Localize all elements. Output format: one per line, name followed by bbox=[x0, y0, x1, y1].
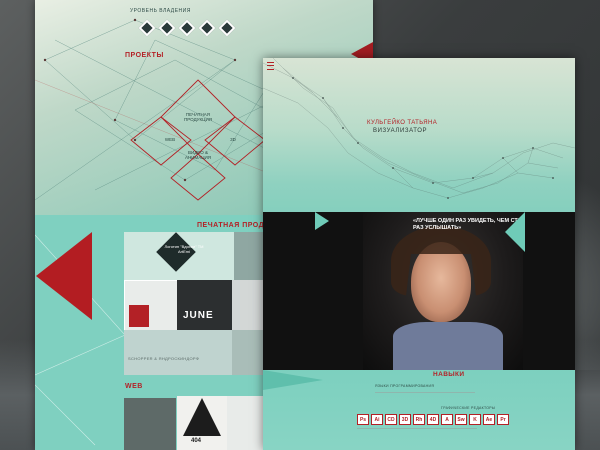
level-diamond-3 bbox=[178, 19, 196, 37]
web-section-title: WEB bbox=[125, 383, 143, 390]
badge-rh: Rh bbox=[413, 414, 425, 425]
thumbnail-june-project[interactable]: JUNE bbox=[177, 280, 232, 330]
skills-title: НАВЫКИ bbox=[433, 371, 465, 378]
graphic-editors-label: ГРАФИЧЕСКИЕ РЕДАКТОРЫ bbox=[441, 406, 496, 410]
level-diamond-4 bbox=[198, 19, 216, 37]
programming-label: ЯЗЫКИ ПРОГРАММИРОВАНИЯ bbox=[375, 384, 435, 388]
portrait-photo bbox=[363, 212, 523, 370]
badge-pr: Pr bbox=[497, 414, 509, 425]
network-wave-graphic bbox=[263, 58, 575, 199]
level-diamond-5 bbox=[218, 19, 236, 37]
band-right-notch bbox=[505, 212, 525, 252]
thumbnail-logo-project[interactable]: Логотип "Вдохни" ТМ ArtEmi bbox=[124, 232, 234, 280]
portrait-shirt bbox=[393, 322, 503, 370]
thumbnail-hexagon-project[interactable] bbox=[232, 280, 264, 330]
badge-a: A bbox=[441, 414, 453, 425]
red-arrow-accent-left bbox=[36, 232, 92, 320]
person-name: КУЛЬГЕЙКО ТАТЬЯНА bbox=[367, 120, 438, 126]
badge-cd: CD bbox=[385, 414, 397, 425]
level-label: УРОВЕНЬ ВЛАДЕНИЯ bbox=[130, 8, 191, 14]
badge-sw: Sw bbox=[455, 414, 467, 425]
thumbnail-grey-project-2[interactable] bbox=[232, 330, 264, 375]
diagram-print-label[interactable]: ПЕЧАТНАЯ ПРОДУКЦИЯ bbox=[181, 112, 215, 122]
thumbnail-logo-caption: Логотип "Вдохни" ТМ ArtEmi bbox=[164, 244, 204, 254]
skills-left-arrow bbox=[263, 370, 323, 390]
badges-underline bbox=[357, 428, 477, 429]
level-indicator bbox=[138, 19, 236, 37]
error-404-text: 404 bbox=[191, 438, 202, 444]
diagram-web-label[interactable]: WEB bbox=[160, 137, 180, 142]
thumbnail-web-project-1[interactable] bbox=[124, 398, 176, 450]
thumbnail-web-project-3[interactable] bbox=[227, 396, 264, 450]
badge-4d: 4D bbox=[427, 414, 439, 425]
person-role: ВИЗУАЛИЗАТОР bbox=[373, 128, 428, 134]
badge-k: K bbox=[469, 414, 481, 425]
june-text: JUNE bbox=[183, 310, 214, 321]
software-badges: Ps Ai CD 3D Rh 4D A Sw K Ae Pr bbox=[357, 414, 509, 425]
thumbnail-business-card[interactable] bbox=[124, 280, 178, 332]
badge-3d: 3D bbox=[399, 414, 411, 425]
diagram-video-label[interactable]: ВИДЕО & АНИМАЦИЯ bbox=[181, 150, 215, 160]
level-diamond-2 bbox=[158, 19, 176, 37]
badge-ps: Ps bbox=[357, 414, 369, 425]
right-page-mockup: КУЛЬГЕЙКО ТАТЬЯНА ВИЗУАЛИЗАТОР «ЛУЧШЕ ОД… bbox=[263, 58, 575, 450]
diagram-3d-label[interactable]: 3D bbox=[223, 137, 243, 142]
biohazard-triangle-icon bbox=[183, 398, 221, 436]
band-notch-arrow bbox=[315, 212, 329, 230]
thumbnail-404-project[interactable]: 404 bbox=[177, 396, 227, 450]
badge-ae: Ae bbox=[483, 414, 495, 425]
thumbnail-grey-project[interactable] bbox=[234, 232, 264, 280]
badge-ai: Ai bbox=[371, 414, 383, 425]
level-diamond-1 bbox=[138, 19, 156, 37]
programming-bar-track bbox=[375, 392, 475, 393]
schopper-text: SCHOPPER & ЯНДРОСКИНДОРФ bbox=[128, 356, 200, 361]
thumbnail-schopper-project[interactable]: SCHOPPER & ЯНДРОСКИНДОРФ bbox=[124, 330, 232, 375]
card-red-block bbox=[129, 305, 149, 327]
projects-title: ПРОЕКТЫ bbox=[125, 52, 164, 59]
